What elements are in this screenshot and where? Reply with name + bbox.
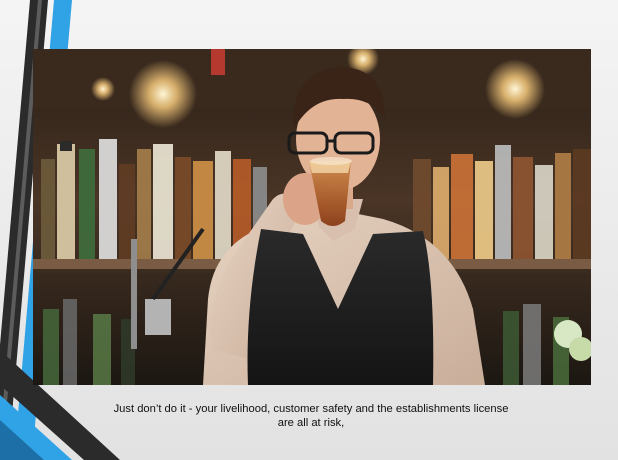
caption-line-2: are all at risk, — [277, 417, 345, 429]
bartender-photo — [33, 49, 591, 385]
slide: Just don’t do it - your livelihood, cust… — [0, 0, 618, 460]
bartender-drinking-photo — [33, 49, 591, 385]
slide-caption: Just don’t do it - your livelihood, cust… — [35, 402, 587, 430]
caption-line-1: Just don’t do it - your livelihood, cust… — [113, 403, 509, 415]
